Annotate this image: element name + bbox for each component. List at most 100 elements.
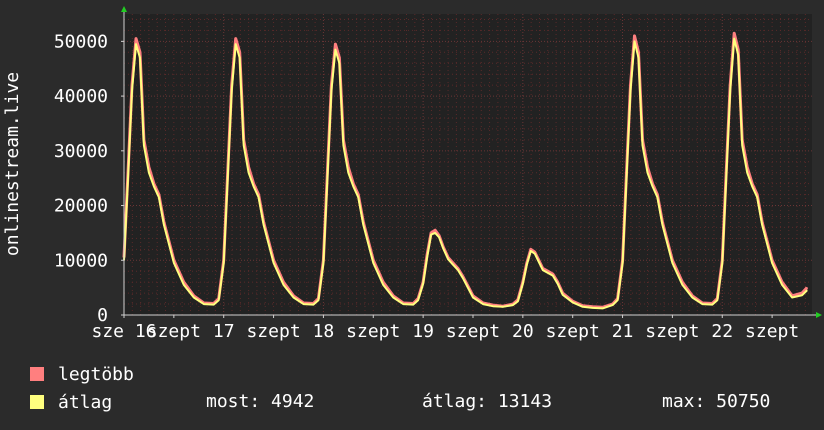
y-tick-label: 20000 — [54, 196, 108, 217]
data-point-max — [806, 287, 808, 289]
data-point-avg — [158, 196, 160, 198]
data-point-max — [139, 51, 141, 53]
data-point-avg — [721, 262, 723, 264]
data-point-avg — [438, 236, 440, 238]
data-point-avg — [131, 90, 133, 92]
data-point-avg — [434, 232, 436, 234]
data-point-avg — [637, 57, 640, 59]
data-point-avg — [562, 294, 564, 296]
data-point-avg — [430, 234, 432, 236]
x-tick-label: szept — [446, 321, 500, 342]
data-point-avg — [547, 272, 549, 274]
data-point-avg — [362, 224, 364, 226]
data-point-avg — [806, 289, 808, 291]
data-point-avg — [572, 301, 574, 303]
x-tick-label: 20 — [512, 321, 534, 342]
data-point-avg — [725, 177, 727, 179]
data-point-max — [733, 32, 735, 34]
data-point-avg — [143, 144, 145, 146]
data-point-avg — [342, 144, 344, 146]
data-point-avg — [312, 304, 314, 306]
x-axis-arrow — [816, 312, 822, 318]
data-point-avg — [292, 296, 295, 299]
data-point-max — [239, 51, 241, 53]
stat-avg: átlag: 13143 — [422, 391, 553, 412]
data-point-avg — [746, 172, 748, 174]
data-point-max — [135, 38, 137, 40]
data-point-avg — [729, 90, 731, 92]
legend-avg-label: átlag — [58, 391, 113, 413]
data-point-avg — [457, 269, 459, 271]
data-point-avg — [148, 172, 150, 174]
data-point-avg — [183, 284, 185, 286]
legend-max-label: legtöbb — [58, 363, 134, 385]
data-point-avg — [530, 250, 532, 252]
data-point-avg — [334, 49, 336, 51]
data-point-avg — [213, 304, 215, 306]
data-point-avg — [402, 303, 404, 305]
y-tick-label: 40000 — [54, 86, 108, 107]
data-point-avg — [338, 62, 340, 64]
data-point-avg — [761, 224, 763, 226]
legend-avg: átlag — [30, 390, 112, 414]
data-point-avg — [163, 224, 165, 226]
x-tick-label: szept — [246, 321, 300, 342]
data-point-avg — [582, 306, 584, 308]
data-point-avg — [517, 300, 519, 302]
data-point-avg — [526, 264, 528, 266]
data-point-avg — [193, 296, 195, 299]
data-point-avg — [625, 177, 628, 179]
data-point-avg — [711, 304, 713, 306]
data-point-avg — [538, 261, 540, 263]
data-point-avg — [326, 177, 328, 179]
data-point-avg — [382, 284, 384, 286]
data-point-avg — [741, 144, 743, 146]
data-point-avg — [253, 185, 255, 187]
data-point-avg — [781, 284, 783, 286]
data-point-avg — [452, 264, 454, 266]
data-point-avg — [791, 296, 793, 299]
data-point-max — [633, 35, 636, 37]
legend-max-swatch — [30, 367, 44, 381]
data-point-avg — [352, 185, 354, 187]
data-point-avg — [701, 303, 703, 305]
x-tick-label: 19 — [412, 321, 434, 342]
data-point-avg — [756, 196, 758, 198]
data-point-avg — [273, 262, 275, 264]
data-point-avg — [801, 294, 803, 296]
data-point-avg — [248, 172, 250, 174]
data-point-avg — [173, 262, 175, 264]
data-point-avg — [392, 296, 394, 299]
data-point-avg — [227, 177, 229, 179]
data-point-avg — [482, 303, 484, 305]
data-point-avg — [612, 304, 614, 306]
data-point-avg — [203, 303, 205, 305]
data-point-avg — [641, 144, 644, 146]
data-point-avg — [302, 303, 305, 305]
data-point-avg — [661, 224, 664, 226]
data-point-avg — [656, 196, 659, 198]
data-point-avg — [534, 253, 536, 255]
data-point-avg — [691, 296, 693, 299]
data-point-avg — [235, 43, 237, 45]
data-point-avg — [218, 299, 220, 301]
data-point-avg — [522, 283, 524, 285]
x-tick-label: szept — [546, 321, 600, 342]
data-point-avg — [492, 305, 494, 307]
data-point-avg — [633, 40, 636, 43]
data-point-avg — [592, 307, 594, 309]
y-axis-arrow — [121, 6, 127, 12]
data-point-avg — [263, 224, 265, 226]
data-point-avg — [153, 185, 155, 187]
x-tick-label: 22 — [711, 321, 733, 342]
data-point-avg — [243, 144, 245, 146]
stat-max: max: 50750 — [662, 391, 771, 412]
data-point-avg — [322, 262, 324, 264]
data-point-avg — [422, 283, 424, 285]
x-tick-label: szept — [645, 321, 699, 342]
data-point-avg — [135, 43, 137, 45]
data-point-avg — [651, 185, 654, 187]
data-point-avg — [502, 306, 504, 308]
stat-now: most: 4942 — [206, 391, 315, 412]
data-point-avg — [139, 57, 141, 59]
